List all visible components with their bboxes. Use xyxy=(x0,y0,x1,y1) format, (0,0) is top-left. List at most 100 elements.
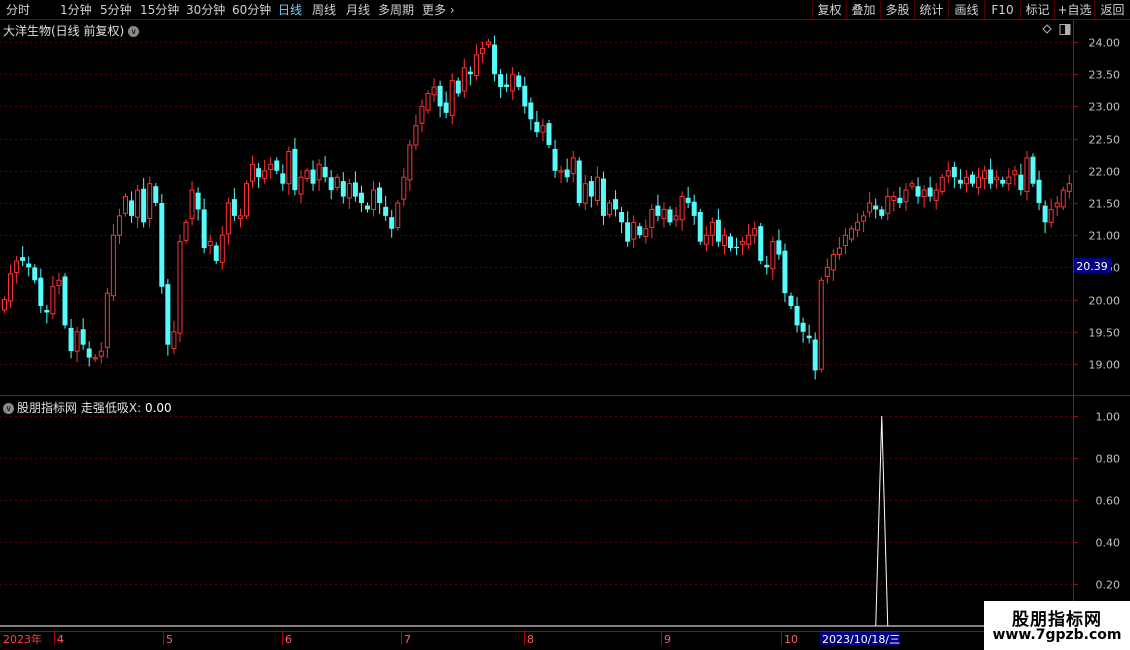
candle-body-up xyxy=(425,93,431,111)
candle-body-up xyxy=(903,189,909,203)
candle-body-up xyxy=(225,202,231,235)
candle-body-up xyxy=(304,170,310,180)
candle-body-down xyxy=(492,44,498,75)
candle-body-down xyxy=(389,217,395,229)
candle-body-up xyxy=(177,241,183,334)
candle-body-up xyxy=(836,247,842,256)
candle-body-down xyxy=(32,267,38,281)
candle-body-down xyxy=(129,200,135,216)
candle-body-down xyxy=(625,222,631,242)
candle-body-down xyxy=(153,186,159,203)
candle-body-up xyxy=(56,279,62,286)
candle-body-down xyxy=(159,203,165,287)
indicator-tick-label: 1.00 xyxy=(1096,411,1121,424)
candle-body-up xyxy=(721,234,727,247)
candle-body-up xyxy=(2,299,7,311)
candle-body-up xyxy=(976,176,982,189)
candle-body-up xyxy=(1024,157,1030,192)
candle-body-up xyxy=(473,54,479,76)
candle-body-up xyxy=(395,202,401,228)
candle-body-up xyxy=(207,241,213,247)
candle-body-up xyxy=(1012,170,1018,176)
candle-body-down xyxy=(443,102,449,113)
indicator-series xyxy=(0,415,1073,627)
candle-body-down xyxy=(310,169,316,184)
candle-body-down xyxy=(26,263,32,268)
candle-body-down xyxy=(498,74,504,88)
candle-body-up xyxy=(50,286,56,315)
month-label: 4 xyxy=(57,633,64,646)
candle-body-up xyxy=(171,331,177,350)
candle-body-up xyxy=(92,357,98,360)
diamond-icon[interactable] xyxy=(1042,24,1052,34)
candle-body-up xyxy=(679,196,685,221)
candle-body-down xyxy=(685,197,691,203)
month-label: 8 xyxy=(527,633,534,646)
candle-body-up xyxy=(849,228,854,240)
candle-body-up xyxy=(885,196,891,214)
month-label: 5 xyxy=(166,633,173,646)
candle-body-up xyxy=(371,189,377,210)
candle-body-down xyxy=(806,335,812,339)
candle-body-down xyxy=(600,178,606,216)
candle-body-up xyxy=(413,125,419,146)
candle-body-down xyxy=(812,339,818,371)
candle-body-up xyxy=(244,183,249,217)
indicator-ticks: 0.20 0.40 0.60 0.80 1.00 xyxy=(1073,411,1120,592)
price-tick-label: 20.00 xyxy=(1089,295,1121,308)
candle-body-up xyxy=(921,189,927,198)
candle-body-up xyxy=(262,170,268,180)
candle-body-up xyxy=(945,170,951,177)
candle-body-up xyxy=(219,234,225,263)
candle-body-down xyxy=(927,187,933,197)
candle-body-up xyxy=(540,125,546,133)
candle-body-up xyxy=(98,350,104,357)
candle-body-down xyxy=(141,188,147,223)
candle-body-up xyxy=(268,163,274,171)
candle-body-down xyxy=(1000,179,1006,184)
candle-body-up xyxy=(933,189,939,201)
kline-chart[interactable]: 19.0019.5020.0020.5021.0021.5022.0022.50… xyxy=(0,0,1130,650)
candle-body-down xyxy=(970,174,975,184)
candle-body-down xyxy=(794,306,800,326)
candle-body-down xyxy=(195,192,201,210)
candle-body-down xyxy=(667,209,673,223)
year-label: 2023年 xyxy=(3,632,42,646)
candle-body-up xyxy=(673,215,679,221)
candle-body-up xyxy=(334,176,340,189)
candle-body-up xyxy=(189,189,195,219)
price-tick-label: 21.00 xyxy=(1089,230,1121,243)
candle-body-down xyxy=(62,276,68,326)
candle-body-down xyxy=(873,205,879,210)
price-tick-label: 19.50 xyxy=(1089,327,1121,340)
candle-body-up xyxy=(830,254,836,271)
candle-body-up xyxy=(963,176,969,185)
candle-body-up xyxy=(909,183,915,187)
candle-body-down xyxy=(213,245,219,261)
month-label: 10 xyxy=(784,633,798,646)
candle-body-down xyxy=(292,148,298,191)
month-label: 7 xyxy=(404,633,411,646)
candle-body-down xyxy=(613,199,619,210)
candle-body-up xyxy=(661,208,667,219)
signal-spike xyxy=(875,415,889,627)
candle-body-down xyxy=(20,257,26,261)
candle-body-down xyxy=(957,179,963,184)
candle-body-down xyxy=(44,309,50,313)
candle-body-down xyxy=(1042,205,1048,223)
candle-body-down xyxy=(564,169,570,178)
candle-body-down xyxy=(522,85,528,107)
candle-body-up xyxy=(891,196,897,201)
candle-body-up xyxy=(479,47,485,55)
candle-body-up xyxy=(401,176,407,200)
price-tick-label: 24.00 xyxy=(1089,37,1121,50)
candle-body-up xyxy=(842,234,848,247)
candle-body-up xyxy=(14,260,20,274)
candle-body-down xyxy=(437,85,443,107)
candle-body-up xyxy=(746,234,752,245)
candle-body-down xyxy=(165,284,171,345)
candle-body-up xyxy=(237,215,243,219)
candle-body-up xyxy=(407,144,413,181)
candle-body-up xyxy=(818,279,824,370)
candle-body-up xyxy=(570,157,576,174)
